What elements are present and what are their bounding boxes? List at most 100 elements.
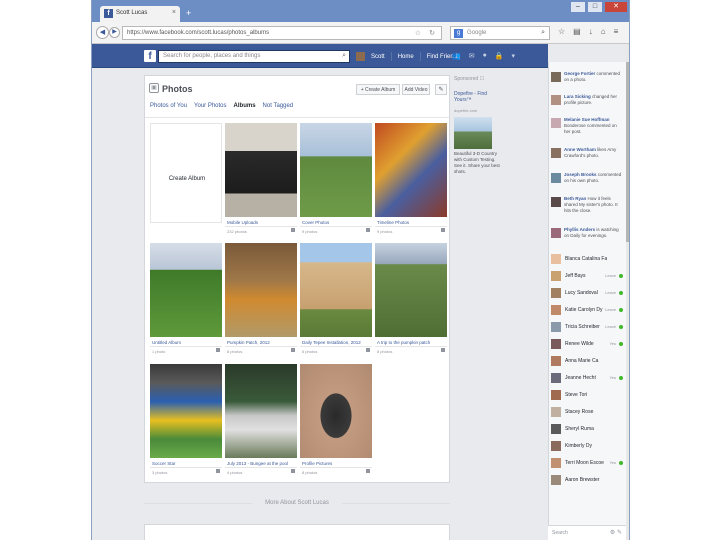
ticker-item[interactable]: Joseph Brooks commented on his own photo… xyxy=(551,169,623,190)
album-name[interactable]: Daily Tepee Installation, 2012 xyxy=(302,340,361,345)
album-tile[interactable]: Pumpkin Patch, 2012 8 photos xyxy=(225,243,297,357)
chat-contact[interactable]: Lucy Sandoval Leave xyxy=(551,285,623,302)
album-cover-image[interactable] xyxy=(300,364,372,458)
profile-link[interactable]: Scott xyxy=(371,54,385,60)
album-name[interactable]: Pumpkin Patch, 2012 xyxy=(227,340,270,345)
album-name[interactable]: Mobile Uploads xyxy=(227,220,258,225)
address-bar[interactable]: https://www.facebook.com/scott.lucas/pho… xyxy=(122,26,442,40)
album-tile[interactable]: Soccer Star 3 photos xyxy=(150,364,222,478)
chat-options-icon[interactable]: ⚙ ✎ xyxy=(610,529,622,536)
avatar[interactable] xyxy=(551,95,561,105)
chat-contact[interactable]: Kimberly Dy xyxy=(551,438,623,455)
album-cover-image[interactable] xyxy=(225,123,297,217)
scrollbar-thumb[interactable] xyxy=(626,62,629,242)
album-name[interactable]: A trip to the pumpkin patch xyxy=(377,340,430,345)
avatar[interactable] xyxy=(551,356,561,366)
new-tab-button[interactable]: + xyxy=(186,8,191,18)
privacy-icon[interactable] xyxy=(366,469,370,473)
album-name[interactable]: Soccer Star xyxy=(152,461,176,466)
home-icon[interactable]: ⌂ xyxy=(601,27,606,36)
chat-contact[interactable]: Renee Wilde Yes xyxy=(551,336,623,353)
avatar[interactable] xyxy=(551,173,561,183)
search-icon[interactable]: ⌕ xyxy=(342,52,346,60)
avatar[interactable] xyxy=(551,197,561,207)
bookmark-star-icon[interactable]: ☆ xyxy=(415,29,421,37)
avatar[interactable] xyxy=(551,373,561,383)
home-link[interactable]: Home xyxy=(398,54,414,60)
album-cover-image[interactable] xyxy=(225,243,297,337)
album-name[interactable]: Cover Photos xyxy=(302,220,329,225)
ticker-item[interactable]: Lara Sicking changed her profile picture… xyxy=(551,91,623,112)
privacy-icon[interactable] xyxy=(366,348,370,352)
tab-albums[interactable]: Albums xyxy=(234,103,256,109)
album-cover-image[interactable] xyxy=(375,123,447,217)
avatar[interactable] xyxy=(551,72,561,82)
album-cover-image[interactable] xyxy=(150,364,222,458)
ad-title[interactable]: Dopefire - Find Yours™ xyxy=(454,91,494,103)
album-tile[interactable]: Mobile Uploads 232 photos xyxy=(225,123,297,237)
album-name[interactable]: Untitled Album xyxy=(152,340,181,345)
friend-requests-icon[interactable]: 👥 xyxy=(452,52,461,60)
browser-search-box[interactable]: g Google ⌕ xyxy=(450,26,550,40)
ad-info-icon[interactable]: ☐ xyxy=(480,76,484,82)
ticker-item[interactable]: Beth Ryan How it feels shared My sister'… xyxy=(551,193,623,214)
privacy-icon[interactable] xyxy=(441,228,445,232)
album-tile[interactable]: July 2013 - Bungee at the pool 4 photos xyxy=(225,364,297,478)
avatar[interactable] xyxy=(551,271,561,281)
window-close-button[interactable]: ✕ xyxy=(605,2,627,12)
chat-contact[interactable]: Sheryl Ruma xyxy=(551,421,623,438)
ad-url[interactable]: dopefire.com xyxy=(454,108,477,113)
back-arrow-icon[interactable]: ◀ xyxy=(96,26,109,39)
chat-contact[interactable]: Aaron Brewster xyxy=(551,472,623,489)
avatar[interactable] xyxy=(551,441,561,451)
chat-contact[interactable]: Stacey Rose xyxy=(551,404,623,421)
tab-photos-of-you[interactable]: Photos of You xyxy=(150,103,187,109)
chat-contact[interactable]: Tricia Schreiber Leave xyxy=(551,319,623,336)
album-cover-image[interactable] xyxy=(375,243,447,337)
chat-contact[interactable]: Anna Marie Ca xyxy=(551,353,623,370)
album-tile[interactable]: Untitled Album 1 photo xyxy=(150,243,222,357)
messages-icon[interactable]: ✉ xyxy=(469,52,475,60)
avatar[interactable] xyxy=(551,458,561,468)
tab-close-icon[interactable]: × xyxy=(172,9,176,16)
user-avatar[interactable] xyxy=(356,52,365,61)
chat-contact[interactable]: Jeanne Hecht Yes xyxy=(551,370,623,387)
album-name[interactable]: July 2013 - Bungee at the pool xyxy=(227,461,288,466)
privacy-icon[interactable] xyxy=(216,469,220,473)
avatar[interactable] xyxy=(551,475,561,485)
chat-contact[interactable]: Terri Moon Escoe Yes xyxy=(551,455,623,472)
ticker-item[interactable]: Anne Wortham likes Amy Crawford's photo. xyxy=(551,144,623,165)
maximize-button[interactable]: □ xyxy=(588,2,602,12)
avatar[interactable] xyxy=(551,305,561,315)
browser-tab[interactable]: f Scott Lucas × xyxy=(100,6,180,22)
avatar[interactable] xyxy=(551,390,561,400)
search-icon[interactable]: ⌕ xyxy=(541,29,545,37)
privacy-icon[interactable] xyxy=(291,228,295,232)
privacy-icon[interactable] xyxy=(291,469,295,473)
album-cover-image[interactable] xyxy=(300,123,372,217)
album-name[interactable]: Timeline Photos xyxy=(377,220,409,225)
privacy-icon[interactable] xyxy=(291,348,295,352)
album-tile[interactable]: Daily Tepee Installation, 2012 6 photos xyxy=(300,243,372,357)
chat-search-input[interactable]: Search ⚙ ✎ xyxy=(548,525,626,540)
avatar[interactable] xyxy=(551,322,561,332)
avatar[interactable] xyxy=(551,339,561,349)
bookmark-icon[interactable]: ☆ xyxy=(558,27,565,36)
album-tile[interactable]: Profile Pictures 8 photos xyxy=(300,364,372,478)
forward-arrow-icon[interactable]: ▶ xyxy=(109,27,120,38)
chat-contact[interactable]: Jeff Bays Leave xyxy=(551,268,623,285)
avatar[interactable] xyxy=(551,254,561,264)
chat-contact[interactable]: Blanca Catalina Fagan xyxy=(551,251,623,268)
ticker-item[interactable]: Phyllis Anders is watching on Daily for … xyxy=(551,224,623,245)
menu-icon[interactable]: ≡ xyxy=(614,27,619,36)
privacy-icon[interactable] xyxy=(441,348,445,352)
avatar[interactable] xyxy=(551,148,561,158)
bookmarks-list-icon[interactable]: ▤ xyxy=(573,27,581,36)
album-cover-image[interactable] xyxy=(225,364,297,458)
privacy-icon[interactable] xyxy=(366,228,370,232)
album-cover-image[interactable] xyxy=(300,243,372,337)
minimize-button[interactable]: – xyxy=(571,2,585,12)
album-tile[interactable]: Cover Photos 9 photos xyxy=(300,123,372,237)
chat-contact[interactable]: Katie Carolyn Dy Leave xyxy=(551,302,623,319)
notifications-icon[interactable]: ● xyxy=(483,52,487,60)
